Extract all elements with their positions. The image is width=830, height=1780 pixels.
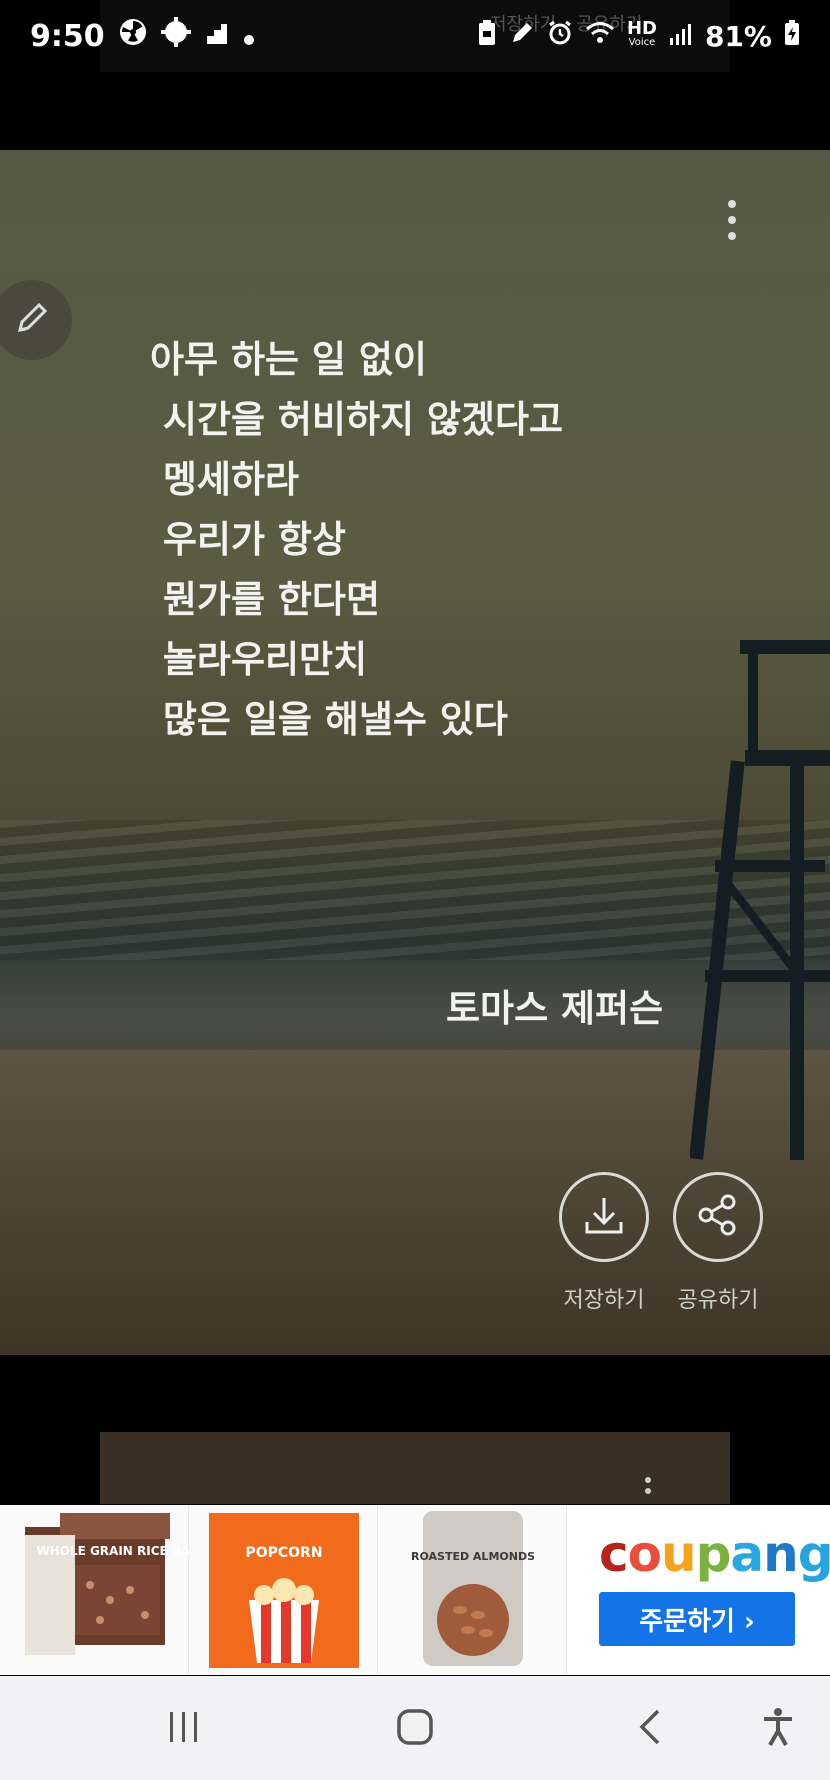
battery-charging-icon [784,19,800,53]
share-label: 공유하기 [677,1288,759,1313]
quote-line: 놀라우리만치 [150,638,368,681]
dot-icon [243,19,255,54]
quote-line: 아무 하는 일 없이 [150,338,427,381]
more-vert-icon [720,200,744,246]
share-button[interactable] [673,1172,763,1262]
quote-card[interactable]: 아무 하는 일 없이 시간을 허비하지 않겠다고 멩세하라 우리가 항상 뭔가를… [0,150,830,1355]
pen-icon [509,20,535,53]
hd-label: HD [626,18,657,39]
wifi-icon [585,20,615,53]
accessibility-button[interactable] [753,1706,803,1752]
hd-voice-icon: HD Voice [626,18,657,50]
share-icon [693,1190,743,1244]
status-time: 9:50 [30,18,105,54]
ad-product-rice-bar[interactable]: WHOLE GRAIN RICE BAR [0,1505,200,1675]
voice-label: Voice [628,37,656,48]
status-bar: 9:50 HD Voice 81% [0,0,830,72]
settings-gear-icon [160,17,191,55]
battery-percent: 81% [704,19,772,53]
ad-product-almonds[interactable]: ROASTED ALMONDS [378,1505,567,1675]
save-label: 저장하기 [563,1288,645,1313]
pencil-icon [12,298,52,342]
back-button[interactable] [625,1706,675,1752]
more-options-button[interactable] [720,198,744,242]
quote-line: 뭔가를 한다면 [150,578,381,621]
quote-line: 시간을 허비하지 않겠다고 [150,398,564,441]
quote-line: 우리가 항상 [150,518,346,561]
quote-line: 멩세하라 [150,458,300,501]
ad-product-popcorn[interactable]: POPCORN [189,1505,378,1675]
accessibility-icon [761,1707,795,1751]
recent-apps-icon [166,1710,202,1748]
edit-button[interactable] [0,280,72,360]
rice-bar-label: WHOLE GRAIN RICE BAR [36,1544,189,1558]
back-icon [636,1708,664,1750]
almonds-label: ROASTED ALMONDS [411,1550,535,1563]
stairs-icon [205,19,229,54]
ad-brand-panel[interactable]: coupang 주문하기 › [567,1505,830,1675]
radiation-icon [119,18,147,54]
popcorn-label: POPCORN [245,1545,322,1561]
signal-icon [669,20,693,53]
lifeguard-tower-image [690,640,830,1160]
quote-author: 토마스 제퍼슨 [446,987,664,1030]
quote-line: 많은 일을 해낼수 있다 [150,698,508,741]
next-quote-card[interactable] [100,1432,730,1504]
ad-banner[interactable]: WHOLE GRAIN RICE BAR POPCORN ROASTED ALM… [0,1505,830,1675]
home-button[interactable] [390,1706,440,1752]
clipboard-icon [477,19,497,54]
coupang-logo: coupang [599,1525,830,1583]
download-icon [579,1190,629,1244]
alarm-icon [547,20,573,53]
system-nav-bar [0,1676,830,1780]
recent-apps-button[interactable] [159,1706,209,1752]
quote-text: 아무 하는 일 없이 시간을 허비하지 않겠다고 멩세하라 우리가 항상 뭔가를… [150,330,563,750]
save-button[interactable] [559,1172,649,1262]
order-button[interactable]: 주문하기 › [599,1592,795,1646]
home-icon [396,1708,434,1750]
